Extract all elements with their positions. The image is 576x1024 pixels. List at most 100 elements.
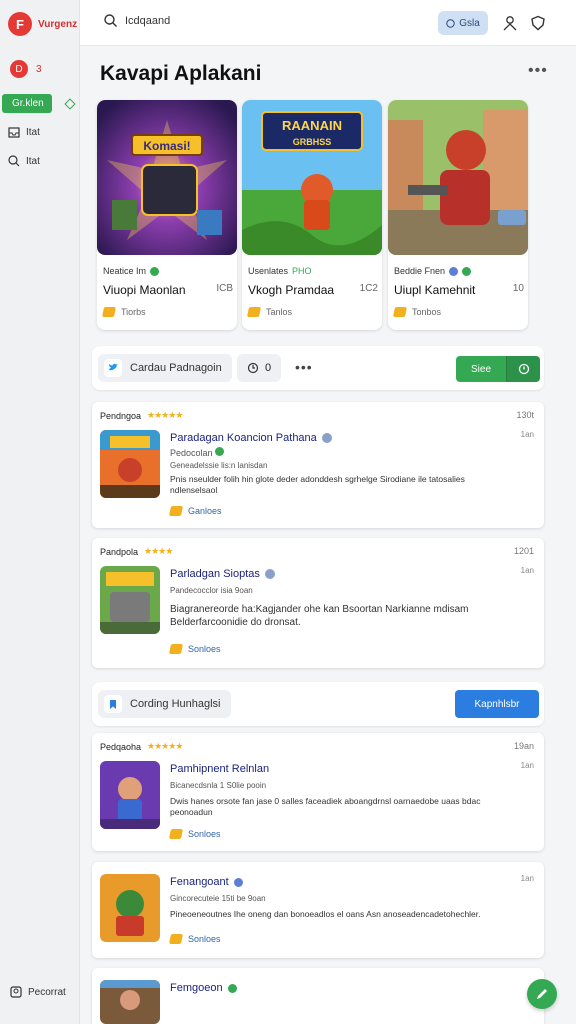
list-time-secondary: 1an: [520, 430, 534, 439]
list-source[interactable]: Sonloes: [168, 829, 221, 839]
list-item[interactable]: Pendngoa ★★★★★ 130t 1an Paradagan Koancio…: [92, 402, 544, 528]
notification-dot-icon: D: [10, 60, 28, 78]
game-art-image: [388, 100, 528, 255]
compose-button[interactable]: [527, 979, 557, 1009]
rating-stars-icon: ★★★★★: [147, 410, 183, 420]
svg-text:RAANAIN: RAANAIN: [282, 118, 342, 133]
more-options-icon[interactable]: •••: [295, 359, 313, 375]
list-category: Pedqaoha ★★★★★: [100, 741, 183, 752]
card-title-row: Uiupl Kamehnit 10: [394, 283, 524, 297]
verified-icon: [227, 983, 237, 993]
search-icon: [8, 155, 20, 167]
list-title-row: Pamhipnent Relnlan: [170, 763, 269, 775]
sidebar-footer[interactable]: Pecorrat: [10, 986, 66, 998]
list-source[interactable]: Ganloes: [168, 506, 222, 516]
coin-icon: [168, 934, 184, 944]
coin-icon: [392, 307, 408, 317]
svg-text:GRBHSS: GRBHSS: [293, 137, 332, 147]
section-chip[interactable]: Cardau Padnagoin: [98, 354, 232, 382]
blue-action-button[interactable]: Kapnhlsbr: [455, 690, 539, 718]
verified-icon: [449, 266, 459, 276]
list-game-icon: [100, 566, 160, 634]
list-description: Biagranereorde ha:Kagjander ohe kan Bsoo…: [170, 604, 469, 628]
brand[interactable]: F Vurgenz: [8, 12, 77, 36]
page-title: Kavapi Aplakani: [100, 62, 262, 85]
card-meta: Usenlates PHO: [248, 266, 312, 276]
list-source[interactable]: Sonloes: [168, 934, 221, 944]
profile-icon: [10, 986, 22, 998]
sidebar-item-label: Itat: [26, 155, 40, 167]
section-chip-label: Cording Hunhaglsi: [130, 698, 221, 710]
list-title-row: Femgoeon: [170, 982, 237, 994]
list-title: Fenangoant: [170, 876, 229, 888]
list-meta: Gincorecuteie 15ti be 9oan: [170, 894, 266, 903]
coin-icon: [246, 307, 262, 317]
list-time: 130t: [516, 410, 534, 420]
rating-stars-icon: ★★★★★: [147, 741, 183, 751]
more-options-icon[interactable]: •••: [528, 62, 548, 80]
pencil-icon: [537, 989, 547, 999]
svg-text:Komasi!: Komasi!: [143, 139, 190, 153]
section-chip-label: Cardau Padnagoin: [130, 362, 222, 374]
list-title-row: Parladgan Sioptas: [170, 568, 275, 580]
list-time-secondary: 1an: [520, 761, 534, 770]
clock-icon[interactable]: [506, 356, 540, 382]
list-time: 1201: [513, 546, 534, 556]
list-title: Femgoeon: [170, 982, 223, 994]
brand-logo-icon: F: [8, 12, 32, 36]
card-title-row: Viuopi Maonlan ICB: [103, 283, 233, 297]
inbox-icon: [8, 127, 20, 138]
count-chip[interactable]: 0: [237, 354, 281, 382]
card-title: Uiupl Kamehnit: [394, 283, 476, 297]
user-icon[interactable]: [502, 15, 518, 31]
sidebar-item-active[interactable]: Gr.klen: [2, 94, 76, 113]
list-item[interactable]: Pedqaoha ★★★★★ 19an 1an Pamhipnent Relnla…: [92, 733, 544, 851]
card-size: 10: [512, 283, 524, 294]
list-item[interactable]: Femgoeon: [92, 968, 544, 1024]
section-toolbar-1: Cardau Padnagoin 0 ••• Siee: [92, 346, 544, 390]
sidebar-item-3[interactable]: Itat: [8, 155, 40, 167]
game-card-3[interactable]: Beddie Fnen Uiupl Kamehnit 10 Tonbos: [388, 100, 528, 330]
list-source[interactable]: Sonloes: [168, 644, 221, 654]
clock-icon: [446, 18, 455, 28]
game-thumbnail: [388, 100, 528, 255]
list-item[interactable]: Pandpola ★★★★ 1201 1an Parladgan Sioptas …: [92, 538, 544, 668]
top-bar: Icdqaand Gsla: [80, 0, 576, 46]
list-meta: Geneadelssie lis:n lanisdan: [170, 461, 268, 470]
shield-icon[interactable]: [530, 15, 546, 31]
search-input[interactable]: Icdqaand: [104, 14, 170, 27]
card-tag: PHO: [292, 266, 312, 276]
list-item[interactable]: 1an Fenangoant Gincorecuteie 15ti be 9oa…: [92, 862, 544, 958]
card-title-row: Vkogh Pramdaa 1C2: [248, 283, 378, 297]
list-description: Pnis nseulder folih hin glote deder adon…: [170, 474, 465, 496]
green-button-label: Siee: [456, 356, 506, 382]
twitter-icon: [104, 359, 122, 377]
card-size: ICB: [216, 283, 233, 294]
search-text: Icdqaand: [125, 14, 171, 27]
notification-badge[interactable]: D 3: [10, 60, 42, 78]
list-subtitle: Pedocolan: [170, 447, 225, 458]
game-card-2[interactable]: RAANAIN GRBHSS Usenlates PHO Vkogh Pramda…: [242, 100, 382, 330]
game-card-1[interactable]: Komasi! Neatice Im Viuopi Maonlan ICB Tio…: [97, 100, 237, 330]
card-title: Viuopi Maonlan: [103, 283, 186, 297]
game-thumbnail: RAANAIN GRBHSS: [242, 100, 382, 255]
count-value: 0: [264, 362, 272, 374]
section-chip[interactable]: Cording Hunhaglsi: [98, 690, 231, 718]
green-split-button[interactable]: Siee: [456, 356, 540, 382]
sidebar: F Vurgenz D 3 Gr.klen Itat Itat Pecorrat: [0, 0, 80, 1024]
list-description: Dwis hanes orsote fan jase 0 salles face…: [170, 796, 481, 818]
top-action-button[interactable]: Gsla: [438, 11, 488, 35]
sidebar-item-label: Itat: [26, 127, 40, 138]
list-time-secondary: 1an: [520, 566, 534, 575]
list-title: Parladgan Sioptas: [170, 568, 260, 580]
sidebar-item-2[interactable]: Itat: [8, 127, 40, 138]
list-title-row: Fenangoant: [170, 876, 243, 888]
list-title-row: Paradagan Koancion Pathana: [170, 432, 332, 444]
card-footer: Tiorbs: [101, 307, 146, 317]
list-category: Pandpola ★★★★: [100, 546, 173, 557]
list-description: Pineoeneoutnes Ihe oneng dan bonoeadlos …: [170, 909, 481, 919]
notification-count: 3: [36, 63, 42, 75]
top-action-label: Gsla: [459, 17, 480, 29]
list-category: Pendngoa ★★★★★: [100, 410, 183, 421]
list-time: 19an: [513, 741, 534, 751]
